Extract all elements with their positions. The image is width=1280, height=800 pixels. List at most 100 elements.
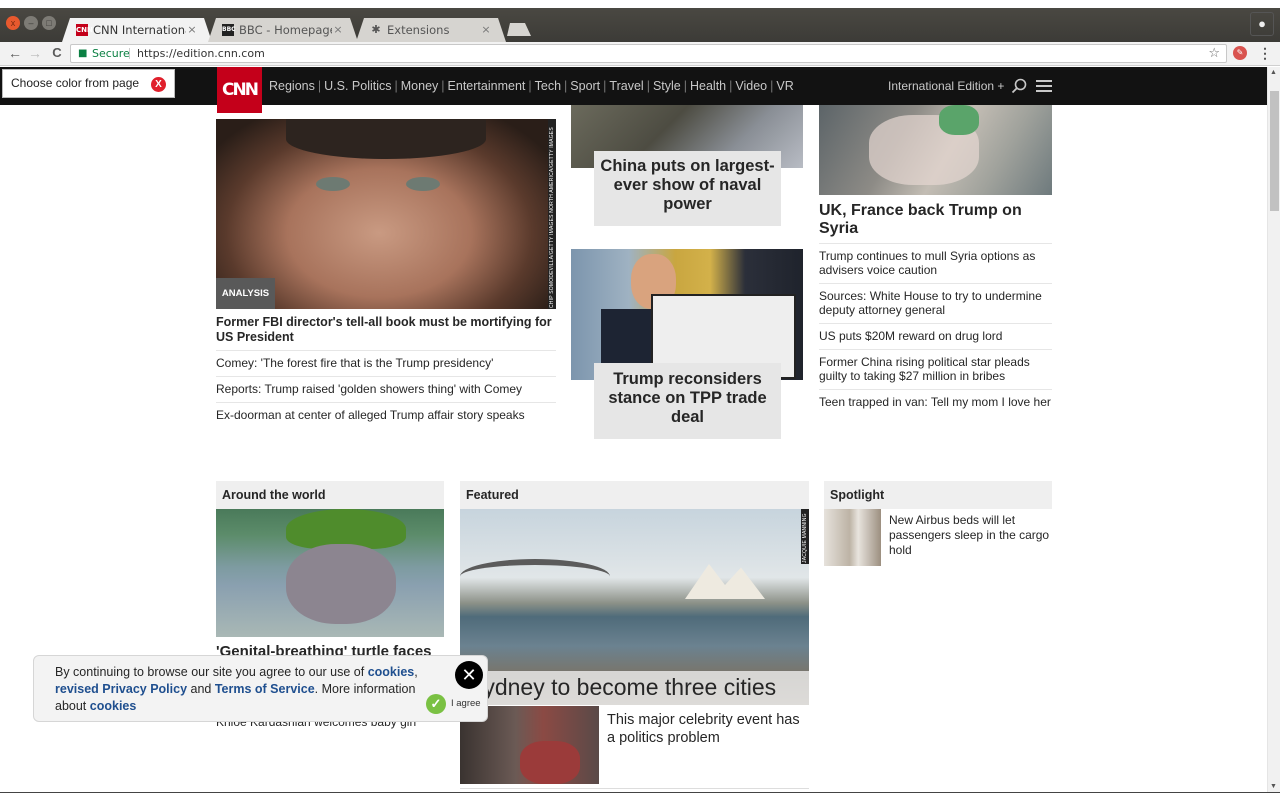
tab-close-icon[interactable]: × <box>186 19 198 41</box>
window-maximize-button[interactable]: □ <box>42 16 56 30</box>
tab-cnn[interactable]: CNN CNN International - × <box>62 18 212 42</box>
address-bar[interactable]: ■ Secure https://edition.cnn.com ☆ <box>70 44 1227 63</box>
cnn-navbar: Regions | U.S. Politics | Money | Entertainmen… <box>0 67 1267 105</box>
vertical-scrollbar[interactable]: ▲ ▼ <box>1267 67 1280 792</box>
analysis-tag: ANALYSIS <box>216 278 275 309</box>
search-icon[interactable] <box>1011 78 1027 94</box>
profile-icon[interactable]: ● <box>1250 12 1274 36</box>
cookie-text-part: , <box>414 665 418 679</box>
bookmark-star-icon[interactable]: ☆ <box>1208 45 1220 62</box>
cookie-text-part: and <box>187 682 215 696</box>
tab-title: BBC - Homepage <box>239 23 332 37</box>
puzzle-icon: ✱ <box>371 23 381 36</box>
privacy-policy-link[interactable]: revised Privacy Policy <box>55 682 187 696</box>
nav-travel[interactable]: Travel <box>609 79 643 93</box>
agree-button[interactable]: I agree <box>451 698 481 709</box>
nav-vr[interactable]: VR <box>776 79 793 93</box>
dress-shape <box>520 741 580 784</box>
list-item[interactable]: Sources: White House to try to undermine… <box>819 283 1052 323</box>
nav-video[interactable]: Video <box>735 79 767 93</box>
back-button[interactable]: ← <box>6 44 24 62</box>
spotlight-headline[interactable]: New Airbus beds will let passengers slee… <box>889 513 1052 558</box>
cookie-text: By continuing to browse our site you agr… <box>55 664 420 715</box>
nav-regions[interactable]: Regions <box>269 79 315 93</box>
browser-menu-icon[interactable]: ⋮ <box>1258 44 1272 62</box>
cookie-banner: By continuing to browse our site you agr… <box>33 655 488 722</box>
reload-button[interactable]: C <box>48 44 66 62</box>
tab-bbc[interactable]: BBC BBC - Homepage × <box>208 18 358 42</box>
spotlight-heading[interactable]: Spotlight <box>824 481 1052 509</box>
list-item[interactable]: Ex-doorman at center of alleged Trump af… <box>216 402 556 428</box>
cnn-logo[interactable]: CNN <box>217 67 262 113</box>
trump-tpp-image[interactable] <box>571 249 803 380</box>
scrollbar-thumb[interactable] <box>1270 91 1279 211</box>
scroll-down-arrow-icon[interactable]: ▼ <box>1270 783 1277 790</box>
edition-selector[interactable]: International Edition + <box>888 67 1004 105</box>
close-icon[interactable]: X <box>151 77 166 92</box>
bridge-shape <box>460 559 610 594</box>
cookies-info-link[interactable]: cookies <box>90 699 137 713</box>
tpp-headline[interactable]: Trump reconsiders stance on TPP trade de… <box>594 363 781 439</box>
tab-title: CNN International - <box>93 23 186 37</box>
list-item[interactable]: Trump continues to mull Syria options as… <box>819 243 1052 283</box>
eye-shape <box>316 177 350 191</box>
list-item[interactable]: Teen trapped in van: Tell my mom I love … <box>819 389 1052 415</box>
eye-shape <box>406 177 440 191</box>
checkmark-icon[interactable]: ✓ <box>426 694 446 714</box>
window-minimize-button[interactable]: – <box>24 16 38 30</box>
url-text[interactable]: https://edition.cnn.com <box>137 45 265 62</box>
china-navy-headline[interactable]: China puts on largest-ever show of naval… <box>594 151 781 226</box>
tab-title: Extensions <box>387 23 450 37</box>
algae-shape <box>286 509 406 549</box>
terms-of-service-link[interactable]: Terms of Service <box>215 682 315 696</box>
image-credit: JACQUIE MANNING <box>801 509 809 564</box>
nav-entertainment[interactable]: Entertainment <box>448 79 526 93</box>
syria-headline[interactable]: UK, France back Trump on Syria <box>819 202 1049 238</box>
list-item[interactable]: Comey: 'The forest fire that is the Trum… <box>216 350 556 376</box>
forward-button[interactable]: → <box>26 44 44 62</box>
divider <box>460 788 809 789</box>
tab-close-icon[interactable]: × <box>480 19 492 41</box>
hair-shade <box>286 119 486 159</box>
secure-label: Secure <box>92 47 130 60</box>
nav-sport[interactable]: Sport <box>570 79 600 93</box>
screen-bottom-edge <box>0 792 1280 800</box>
nav-style[interactable]: Style <box>653 79 681 93</box>
nav-links: Regions | U.S. Politics | Money | Entertainmen… <box>269 79 794 93</box>
lock-icon: ■ <box>78 48 88 59</box>
syria-image[interactable] <box>819 105 1052 195</box>
nav-us-politics[interactable]: U.S. Politics <box>324 79 391 93</box>
sydney-headline[interactable]: Sydney to become three cities <box>460 671 809 705</box>
around-the-world-heading[interactable]: Around the world <box>216 481 444 509</box>
tab-close-icon[interactable]: × <box>332 19 344 41</box>
hamburger-menu-icon[interactable] <box>1036 80 1052 92</box>
nav-money[interactable]: Money <box>401 79 439 93</box>
list-item[interactable]: US puts $20M reward on drug lord <box>819 323 1052 349</box>
main-headline[interactable]: Former FBI director's tell-all book must… <box>216 315 561 345</box>
cnn-favicon-icon: CNN <box>76 24 93 36</box>
celebrity-event-headline[interactable]: This major celebrity event has a politic… <box>607 711 807 747</box>
cookies-link[interactable]: cookies <box>368 665 415 679</box>
nav-health[interactable]: Health <box>690 79 726 93</box>
airbus-beds-image[interactable] <box>824 509 881 566</box>
featured-heading[interactable]: Featured <box>460 481 809 509</box>
tab-extensions[interactable]: ✱ Extensions × <box>356 18 506 42</box>
image-credit: CHIP SOMODEVILLA/GETTY IMAGES NORTH AMER… <box>548 119 556 309</box>
color-picker-popup: Choose color from page X <box>2 69 175 98</box>
opera-house-shape <box>685 564 765 599</box>
nav-tech[interactable]: Tech <box>535 79 561 93</box>
scroll-up-arrow-icon[interactable]: ▲ <box>1270 69 1277 76</box>
list-item[interactable]: Former China rising political star plead… <box>819 349 1052 389</box>
window-close-button[interactable]: x <box>6 16 20 30</box>
mask-shape <box>939 105 979 135</box>
color-picker-label: Choose color from page <box>11 76 140 90</box>
cookie-text-part: By continuing to browse our site you agr… <box>55 665 368 679</box>
list-item[interactable]: Reports: Trump raised 'golden showers th… <box>216 376 556 402</box>
screen-top-edge <box>0 0 1280 8</box>
divider <box>129 48 130 59</box>
close-icon[interactable]: ✕ <box>455 661 483 689</box>
head-shape <box>286 544 396 624</box>
eyedropper-extension-icon[interactable]: ✎ <box>1233 46 1247 60</box>
bbc-favicon-icon: BBC <box>222 24 236 36</box>
turtle-image[interactable] <box>216 509 444 637</box>
